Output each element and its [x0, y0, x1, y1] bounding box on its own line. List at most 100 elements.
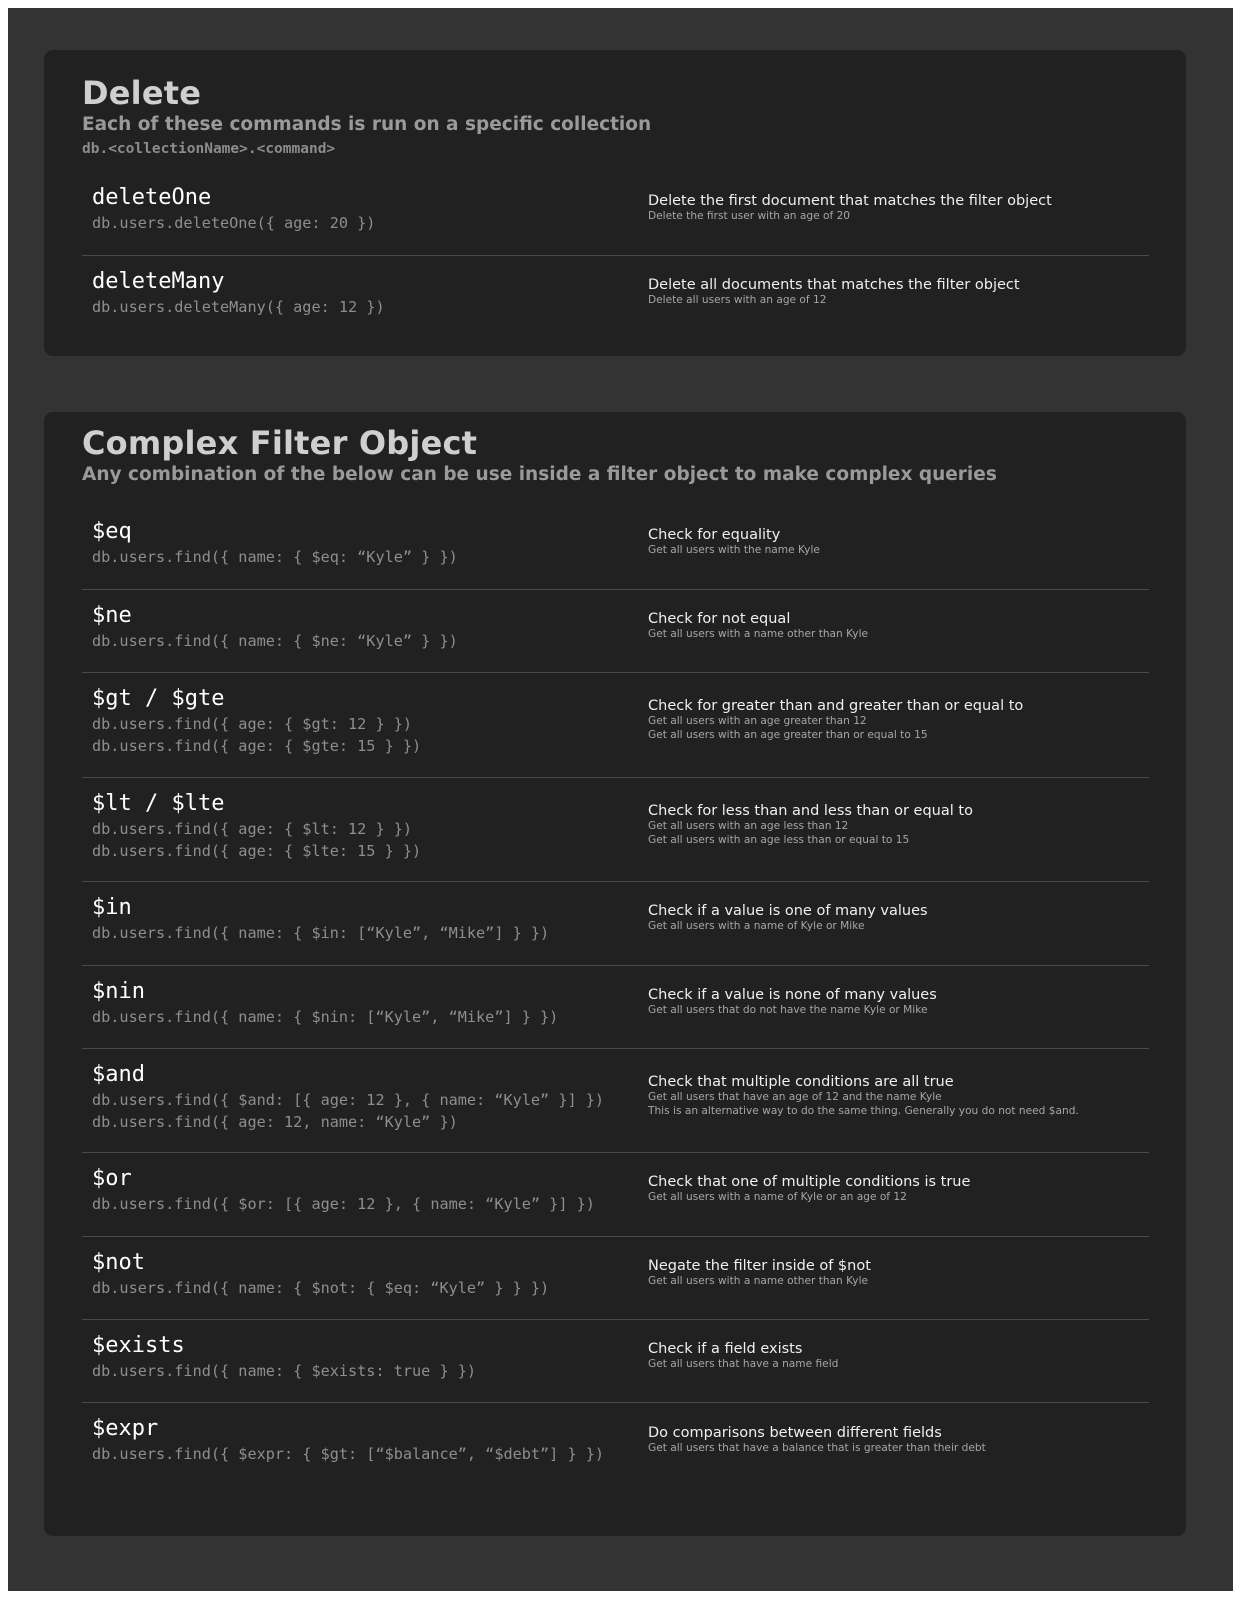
- command-row: $and db.users.find({ $and: [{ age: 12 }, …: [82, 1049, 1149, 1153]
- command-row: $expr db.users.find({ $expr: { $gt: [“$ba…: [82, 1403, 1149, 1488]
- code-example: db.users.find({ $expr: { $gt: [“$balance…: [92, 1445, 605, 1463]
- command-name: $in: [92, 895, 132, 920]
- command-row: $lt / $lte db.users.find({ age: { $lt: 12…: [82, 778, 1149, 882]
- command-row: $eq db.users.find({ name: { $eq: “Kyle” }…: [82, 506, 1149, 590]
- delete-section-title: Delete: [82, 74, 202, 112]
- example-note: Get all users that have a name field: [648, 1358, 839, 1370]
- code-example: db.users.find({ age: 12, name: “Kyle” }): [92, 1113, 458, 1131]
- command-row: $gt / $gte db.users.find({ age: { $gt: 12…: [82, 673, 1149, 778]
- command-name: deleteOne: [92, 185, 212, 210]
- command-description: Delete all documents that matches the fi…: [648, 277, 1020, 293]
- code-example: db.users.find({ $and: [{ age: 12 }, { na…: [92, 1091, 605, 1109]
- delete-rows: deleteOne db.users.deleteOne({ age: 20 })…: [82, 172, 1149, 340]
- command-block: $not db.users.find({ name: { $not: { $eq:…: [92, 1249, 549, 1299]
- code-example: db.users.find({ name: { $in: [“Kyle”, “M…: [92, 924, 550, 942]
- command-description: Check for not equal: [648, 611, 791, 627]
- description-block: Check that one of multiple conditions is…: [648, 1173, 970, 1205]
- example-note: Get all users with an age greater than o…: [648, 728, 928, 741]
- code-example: db.users.find({ $or: [{ age: 12 }, { nam…: [92, 1195, 595, 1213]
- example-note: This is an alternative way to do the sam…: [648, 1104, 1079, 1117]
- command-block: $expr db.users.find({ $expr: { $gt: [“$ba…: [92, 1415, 604, 1465]
- code-example: db.users.find({ name: { $nin: [“Kyle”, “…: [92, 1008, 559, 1026]
- example-note: Get all users that have a balance that i…: [648, 1442, 986, 1454]
- command-row: $in db.users.find({ name: { $in: [“Kyle”,…: [82, 882, 1149, 966]
- description-block: Do comparisons between different fields G…: [648, 1424, 986, 1456]
- description-block: Check if a value is one of many values Ge…: [648, 902, 928, 934]
- command-row: deleteOne db.users.deleteOne({ age: 20 })…: [82, 172, 1149, 256]
- command-description: Delete the first document that matches t…: [648, 193, 1052, 209]
- command-block: $and db.users.find({ $and: [{ age: 12 }, …: [92, 1061, 604, 1133]
- delete-section: Delete Each of these commands is run on …: [44, 50, 1186, 356]
- description-block: Delete the first document that matches t…: [648, 192, 1052, 224]
- command-name: $exists: [92, 1333, 185, 1358]
- command-block: $eq db.users.find({ name: { $eq: “Kyle” }…: [92, 518, 458, 568]
- description-block: Delete all documents that matches the fi…: [648, 276, 1020, 308]
- command-description: Check if a value is none of many values: [648, 987, 937, 1003]
- command-name: $not: [92, 1250, 145, 1275]
- command-block: deleteMany db.users.deleteMany({ age: 12 …: [92, 268, 385, 318]
- command-row: $not db.users.find({ name: { $not: { $eq:…: [82, 1237, 1149, 1320]
- description-block: Check for equality Get all users with the…: [648, 526, 820, 558]
- command-block: $in db.users.find({ name: { $in: [“Kyle”,…: [92, 894, 549, 944]
- description-block: Check that multiple conditions are all t…: [648, 1073, 1079, 1118]
- code-example: db.users.find({ age: { $lte: 15 } }): [92, 842, 422, 860]
- command-description: Check if a field exists: [648, 1341, 803, 1357]
- code-example: db.users.find({ name: { $ne: “Kyle” } }): [92, 632, 458, 650]
- command-description: Check that one of multiple conditions is…: [648, 1174, 971, 1190]
- example-note: Delete all users with an age of 12: [648, 294, 827, 306]
- command-name: $ne: [92, 603, 132, 628]
- command-syntax: db.<collectionName>.<command>: [82, 141, 336, 157]
- description-block: Check for not equal Get all users with a …: [648, 610, 868, 642]
- code-example: db.users.deleteMany({ age: 12 }): [92, 298, 385, 316]
- example-note: Get all users with the name Kyle: [648, 544, 820, 556]
- complex-filter-section-subtitle: Any combination of the below can be use …: [82, 464, 997, 485]
- command-block: $ne db.users.find({ name: { $ne: “Kyle” }…: [92, 602, 458, 652]
- complex-filter-section-title: Complex Filter Object: [82, 424, 478, 462]
- command-block: deleteOne db.users.deleteOne({ age: 20 }): [92, 184, 375, 234]
- command-description: Check for equality: [648, 527, 781, 543]
- example-note: Get all users with an age greater than 1…: [648, 715, 867, 727]
- command-row: $or db.users.find({ $or: [{ age: 12 }, { …: [82, 1153, 1149, 1237]
- command-row: $nin db.users.find({ name: { $nin: [“Kyle…: [82, 966, 1149, 1049]
- command-name: deleteMany: [92, 269, 225, 294]
- code-example: db.users.find({ age: { $gte: 15 } }): [92, 737, 422, 755]
- example-note: Get all users with an age less than 12: [648, 820, 849, 832]
- description-block: Check if a field exists Get all users tha…: [648, 1340, 838, 1372]
- command-name: $nin: [92, 979, 145, 1004]
- command-name: $expr: [92, 1416, 159, 1441]
- command-description: Check for less than and less than or equ…: [648, 803, 973, 819]
- command-block: $nin db.users.find({ name: { $nin: [“Kyle…: [92, 978, 558, 1028]
- command-block: $gt / $gte db.users.find({ age: { $gt: 12…: [92, 685, 421, 757]
- description-block: Check for greater than and greater than …: [648, 697, 1023, 742]
- command-name: $or: [92, 1166, 132, 1191]
- command-row: $exists db.users.find({ name: { $exists: …: [82, 1320, 1149, 1403]
- complex-filter-section: Complex Filter Object Any combination of…: [44, 412, 1186, 1536]
- command-description: Do comparisons between different fields: [648, 1425, 942, 1441]
- delete-section-subtitle: Each of these commands is run on a speci…: [82, 114, 652, 135]
- command-name: $and: [92, 1062, 145, 1087]
- command-description: Check if a value is one of many values: [648, 903, 928, 919]
- description-block: Negate the filter inside of $not Get all …: [648, 1257, 871, 1289]
- command-name: $lt / $lte: [92, 791, 225, 816]
- command-description: Check that multiple conditions are all t…: [648, 1074, 954, 1090]
- example-note: Get all users with a name other than Kyl…: [648, 628, 869, 640]
- description-block: Check if a value is none of many values G…: [648, 986, 937, 1018]
- example-note: Get all users that do not have the name …: [648, 1004, 928, 1016]
- command-name: $gt / $gte: [92, 686, 225, 711]
- code-example: db.users.find({ name: { $not: { $eq: “Ky…: [92, 1279, 550, 1297]
- description-block: Check for less than and less than or equ…: [648, 802, 973, 847]
- command-block: $exists db.users.find({ name: { $exists: …: [92, 1332, 476, 1382]
- code-example: db.users.find({ age: { $gt: 12 } }): [92, 715, 413, 733]
- example-note: Get all users with an age less than or e…: [648, 833, 910, 846]
- command-block: $lt / $lte db.users.find({ age: { $lt: 12…: [92, 790, 421, 862]
- code-example: db.users.deleteOne({ age: 20 }): [92, 214, 376, 232]
- example-note: Get all users with a name of Kyle or Mik…: [648, 920, 865, 932]
- example-note: Delete the first user with an age of 20: [648, 210, 851, 222]
- command-name: $eq: [92, 519, 132, 544]
- example-note: Get all users that have an age of 12 and…: [648, 1091, 942, 1103]
- filter-rows: $eq db.users.find({ name: { $eq: “Kyle” }…: [82, 506, 1149, 1488]
- command-block: $or db.users.find({ $or: [{ age: 12 }, { …: [92, 1165, 595, 1215]
- cheat-sheet-page: Delete Each of these commands is run on …: [8, 8, 1233, 1591]
- example-note: Get all users with a name of Kyle or an …: [648, 1191, 907, 1203]
- command-row: $ne db.users.find({ name: { $ne: “Kyle” }…: [82, 590, 1149, 673]
